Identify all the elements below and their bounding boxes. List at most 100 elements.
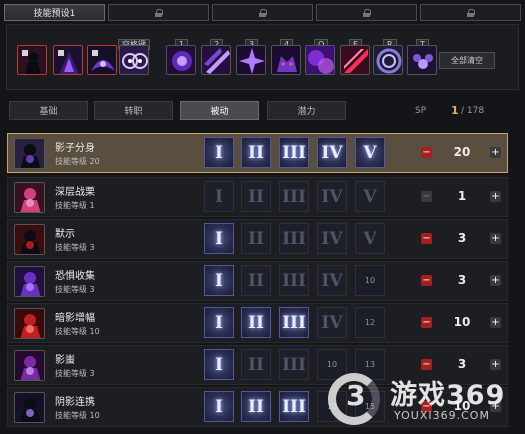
- spiral-eyes-icon: [120, 46, 148, 74]
- tab-basic[interactable]: 基础: [9, 101, 88, 120]
- skill-icon: [14, 350, 45, 381]
- sp-label: SP: [415, 106, 427, 116]
- site-watermark: 3 游戏369 YOUXI369.COM: [322, 367, 525, 434]
- rune-slot-5[interactable]: V: [355, 181, 385, 212]
- lock-icon: [259, 8, 267, 17]
- dark-burst-icon: [237, 46, 265, 74]
- decrease-button[interactable]: −: [421, 233, 432, 244]
- rune-slot-3[interactable]: III: [279, 181, 309, 212]
- rune-slot-2[interactable]: II: [241, 223, 271, 254]
- increase-button[interactable]: +: [490, 275, 501, 286]
- rune-slot-5[interactable]: V: [355, 137, 385, 168]
- skill-name: 默示: [55, 229, 75, 240]
- skill-row[interactable]: 恐惧收集 技能等级 3 I II III IV 10−3 +: [7, 261, 508, 301]
- rune-slot-3[interactable]: III: [279, 223, 309, 254]
- increase-button[interactable]: +: [490, 233, 501, 244]
- preset-tab-label: 技能预设1: [33, 9, 76, 19]
- rune-slot-2[interactable]: II: [241, 307, 271, 338]
- shadow-beast-icon: [272, 46, 300, 74]
- skill-icon: [14, 266, 45, 297]
- skill-name: 恐惧收集: [55, 271, 95, 282]
- hotbar-slot-fixed-1[interactable]: [17, 45, 47, 75]
- lock-icon: [363, 8, 371, 17]
- rune-slot-1[interactable]: I: [204, 307, 234, 338]
- skill-level: 技能等级 10: [55, 411, 100, 420]
- rune-slot-5[interactable]: V: [355, 223, 385, 254]
- rune-slot-4[interactable]: IV: [317, 181, 347, 212]
- shadow-army-icon: [408, 46, 436, 74]
- preset-tab-1[interactable]: 技能预设1: [4, 4, 105, 21]
- preset-tab-2[interactable]: [108, 4, 209, 21]
- rune-slot-4[interactable]: IV: [317, 137, 347, 168]
- increase-button[interactable]: +: [490, 317, 501, 328]
- rune-slot-1[interactable]: I: [204, 137, 234, 168]
- rune-slot-1[interactable]: I: [204, 265, 234, 296]
- lock-icon: [155, 8, 163, 17]
- shadow-figure-icon: [18, 46, 46, 74]
- hotbar-slot-fixed-3[interactable]: [87, 45, 117, 75]
- skill-points: 20: [453, 145, 471, 159]
- preset-tab-5[interactable]: [420, 4, 521, 21]
- hotbar-slot-r[interactable]: [373, 45, 403, 75]
- rune-slot-5[interactable]: 12: [355, 307, 385, 338]
- increase-button[interactable]: +: [490, 191, 501, 202]
- rune-slot-1[interactable]: I: [204, 349, 234, 380]
- rune-slot-4[interactable]: IV: [317, 307, 347, 338]
- rune-slot-3[interactable]: III: [279, 391, 309, 422]
- rune-slot-1[interactable]: I: [204, 181, 234, 212]
- skill-hotbar: 空格键 1 2 3 4 Q E R T 全部清空: [6, 24, 519, 90]
- tab-passive[interactable]: 被动: [180, 101, 259, 120]
- rune-slot-2[interactable]: II: [241, 349, 271, 380]
- hotbar-slot-space[interactable]: [119, 45, 149, 75]
- rune-slot-5[interactable]: 10: [355, 265, 385, 296]
- hotbar-slot-q[interactable]: [305, 45, 335, 75]
- watermark-number: 3: [346, 379, 366, 412]
- skill-points: 3: [457, 273, 467, 287]
- skill-points: 3: [457, 231, 467, 245]
- increase-button[interactable]: +: [490, 147, 501, 158]
- skill-level: 技能等级 3: [55, 369, 95, 378]
- rune-slot-3[interactable]: III: [279, 137, 309, 168]
- skill-row[interactable]: 影子分身 技能等级 20 I II III IV V −20 +: [7, 133, 508, 173]
- violet-mist-icon: [306, 46, 334, 74]
- crimson-blade-icon: [341, 46, 369, 74]
- skill-row[interactable]: 深层战栗 技能等级 1 I II III IV V −1 +: [7, 177, 508, 217]
- tab-potential[interactable]: 潜力: [267, 101, 346, 120]
- rune-slot-4[interactable]: IV: [317, 223, 347, 254]
- rune-slot-1[interactable]: I: [204, 391, 234, 422]
- decrease-button[interactable]: −: [421, 191, 432, 202]
- decrease-button[interactable]: −: [421, 147, 432, 158]
- tab-advancement[interactable]: 转职: [94, 101, 173, 120]
- rune-slot-2[interactable]: II: [241, 391, 271, 422]
- decrease-button[interactable]: −: [421, 275, 432, 286]
- clear-all-button[interactable]: 全部清空: [439, 52, 495, 69]
- hotbar-slot-2[interactable]: [201, 45, 231, 75]
- hotbar-slot-fixed-2[interactable]: [53, 45, 83, 75]
- skill-row[interactable]: 暗影增幅 技能等级 10 I II III IV 12−10 +: [7, 303, 508, 343]
- hotbar-slot-3[interactable]: [236, 45, 266, 75]
- rune-slot-3[interactable]: III: [279, 265, 309, 296]
- rune-slot-4[interactable]: IV: [317, 265, 347, 296]
- rune-slot-3[interactable]: III: [279, 349, 309, 380]
- skill-name: 影子分身: [55, 143, 95, 154]
- skill-name: 影蚩: [55, 355, 75, 366]
- preset-tab-3[interactable]: [212, 4, 313, 21]
- shadow-claw-icon: [54, 46, 82, 74]
- skill-icon: [14, 308, 45, 339]
- hotbar-slot-1[interactable]: [166, 45, 196, 75]
- hotbar-slot-t[interactable]: [407, 45, 437, 75]
- hotbar-slot-e[interactable]: [340, 45, 370, 75]
- shadow-slash-icon: [202, 46, 230, 74]
- decrease-button[interactable]: −: [421, 317, 432, 328]
- sp-current: 1: [451, 104, 459, 117]
- skill-row[interactable]: 默示 技能等级 3 I II III IV V −3 +: [7, 219, 508, 259]
- rune-slot-2[interactable]: II: [241, 181, 271, 212]
- hotbar-slot-4[interactable]: [271, 45, 301, 75]
- rune-slot-1[interactable]: I: [204, 223, 234, 254]
- rune-slot-2[interactable]: II: [241, 137, 271, 168]
- rune-slot-3[interactable]: III: [279, 307, 309, 338]
- preset-tab-4[interactable]: [316, 4, 417, 21]
- sp-max: / 178: [461, 106, 485, 116]
- skill-level: 技能等级 1: [55, 201, 95, 210]
- rune-slot-2[interactable]: II: [241, 265, 271, 296]
